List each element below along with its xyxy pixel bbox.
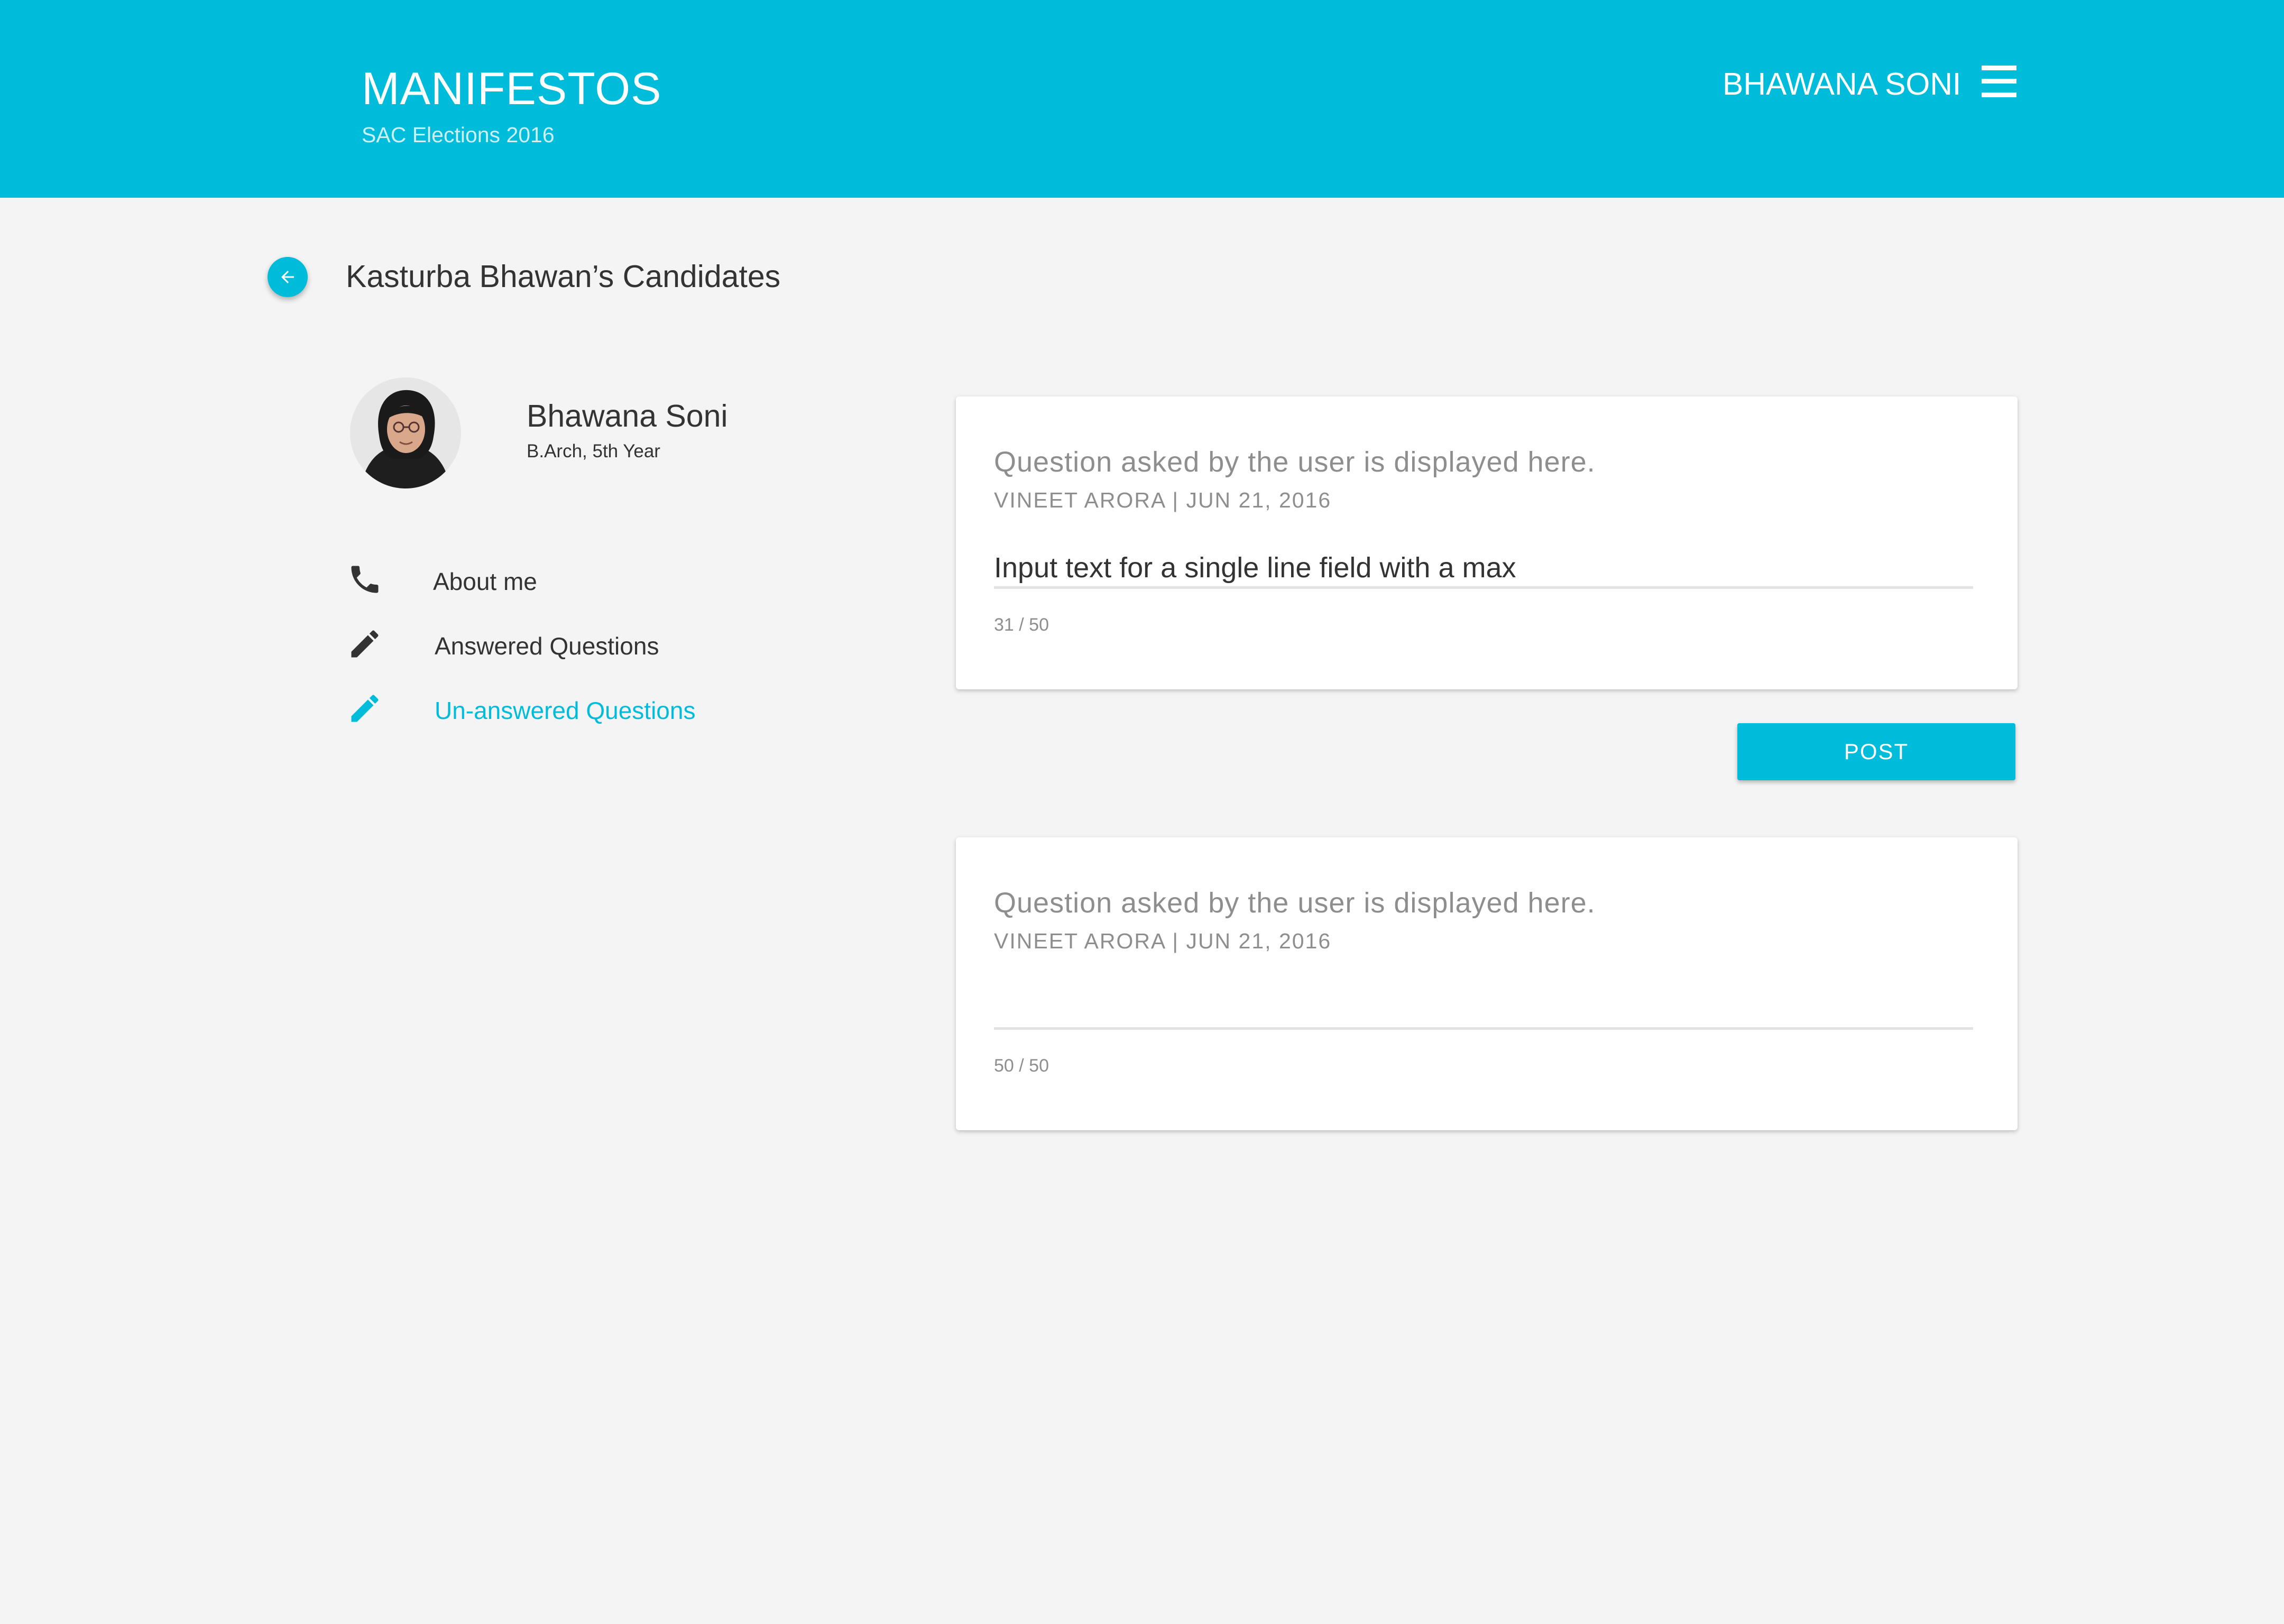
pencil-icon	[351, 695, 379, 722]
question-card: Question asked by the user is displayed …	[956, 837, 2018, 1130]
nav-label-answered-questions: Answered Questions	[435, 632, 659, 660]
question-meta: VINEET ARORA | JUN 21, 2016	[994, 929, 1332, 953]
nav-item-answered-questions[interactable]: Answered Questions	[347, 626, 823, 668]
avatar	[350, 377, 461, 488]
question-text: Question asked by the user is displayed …	[994, 887, 1596, 919]
pencil-icon	[351, 630, 379, 658]
app-title: MANIFESTOS	[362, 63, 662, 114]
question-text: Question asked by the user is displayed …	[994, 446, 1596, 478]
answer-input[interactable]	[994, 549, 1973, 589]
phone-icon	[351, 566, 379, 593]
app-header: MANIFESTOS SAC Elections 2016 BHAWANA SO…	[0, 0, 2284, 198]
hamburger-menu-icon[interactable]	[1982, 66, 2016, 97]
char-counter: 31 / 50	[994, 615, 1049, 635]
nav-label-about-me: About me	[433, 568, 537, 595]
nav-item-unanswered-questions[interactable]: Un-answered Questions	[347, 690, 823, 733]
nav-item-about-me[interactable]: About me	[347, 561, 823, 604]
back-button[interactable]	[268, 257, 308, 297]
arrow-left-icon	[281, 271, 294, 283]
page-title: Kasturba Bhawan’s Candidates	[346, 259, 781, 294]
candidate-name: Bhawana Soni	[527, 399, 728, 433]
user-name[interactable]: BHAWANA SONI	[1723, 64, 1966, 104]
answer-input[interactable]	[994, 990, 1973, 1030]
post-button[interactable]: POST	[1737, 723, 2015, 780]
nav-label-unanswered-questions: Un-answered Questions	[435, 697, 696, 724]
app-subtitle: SAC Elections 2016	[362, 123, 555, 147]
question-meta: VINEET ARORA | JUN 21, 2016	[994, 488, 1332, 512]
question-card: Question asked by the user is displayed …	[956, 396, 2018, 689]
candidate-program: B.Arch, 5th Year	[527, 441, 660, 462]
char-counter: 50 / 50	[994, 1056, 1049, 1076]
